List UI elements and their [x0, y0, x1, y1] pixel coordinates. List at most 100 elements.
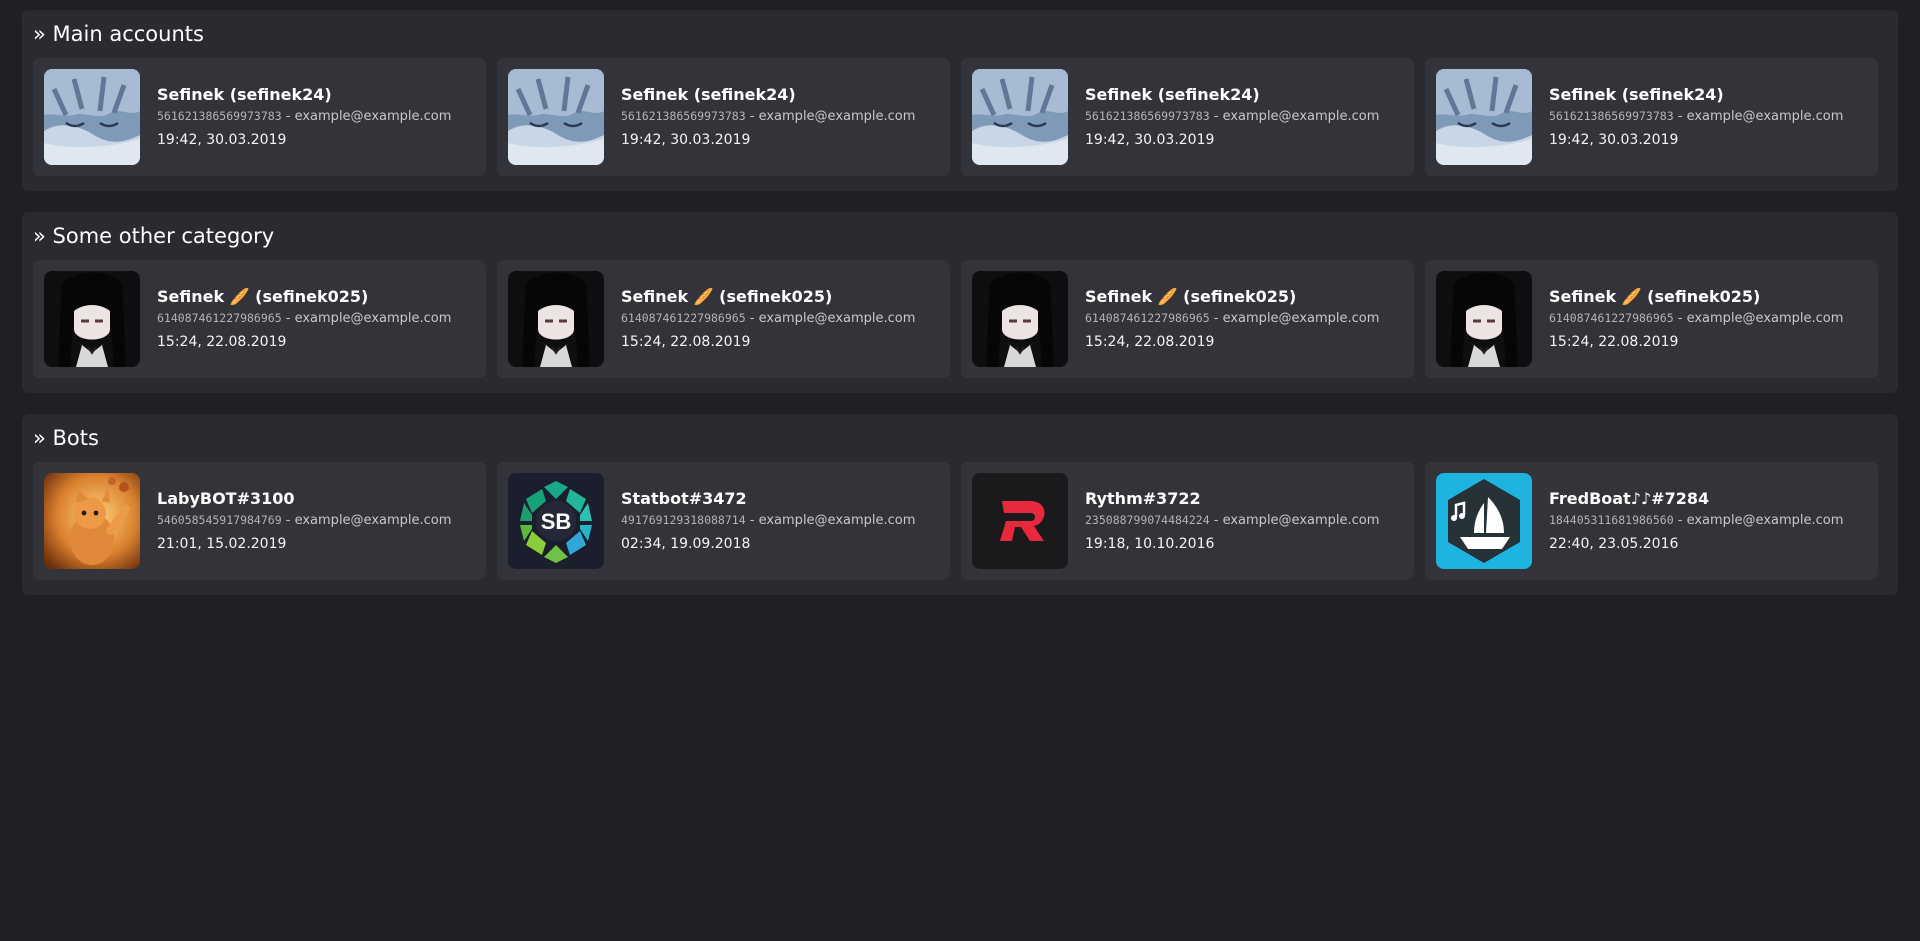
bot-card[interactable]: Rythm#3722 235088799074484224 - example@…: [961, 462, 1414, 580]
account-email: example@example.com: [1222, 109, 1380, 124]
account-meta: 561621386569973783 - example@example.com: [1085, 107, 1379, 126]
bot-date: 02:34, 19.09.2018: [621, 536, 751, 552]
section-main-accounts: » Main accounts Sefinek (sefinek24) 5616…: [22, 10, 1898, 191]
anime-black-hair-avatar: [972, 271, 1068, 367]
section-title: » Main accounts: [33, 22, 204, 46]
kitten-avatar: [44, 473, 140, 569]
anime-black-hair-avatar: [508, 271, 604, 367]
separator: -: [745, 513, 759, 528]
account-date: 19:42, 30.03.2019: [621, 132, 751, 148]
account-meta: 561621386569973783 - example@example.com: [157, 107, 451, 126]
bot-name: LabyBOT#3100: [157, 489, 295, 508]
bot-date: 21:01, 15.02.2019: [157, 536, 287, 552]
accounts-page: » Main accounts Sefinek (sefinek24) 5616…: [22, 10, 1898, 616]
bot-date: 22:40, 23.05.2016: [1549, 536, 1679, 552]
account-email: example@example.com: [758, 311, 916, 326]
account-id: 614087461227986965: [1549, 311, 1674, 325]
account-card[interactable]: Sefinek (sefinek24) 561621386569973783 -…: [961, 58, 1414, 176]
account-name: Sefinek 🥖 (sefinek025): [1549, 287, 1761, 306]
account-name: Sefinek 🥖 (sefinek025): [621, 287, 833, 306]
card-list: LabyBOT#3100 546058545917984769 - exampl…: [33, 462, 1883, 580]
anime-blue-hair-avatar: [508, 69, 604, 165]
account-card[interactable]: Sefinek 🥖 (sefinek025) 61408746122798696…: [33, 260, 486, 378]
account-card[interactable]: Sefinek 🥖 (sefinek025) 61408746122798696…: [1425, 260, 1878, 378]
bot-meta: 235088799074484224 - example@example.com: [1085, 511, 1379, 530]
section-title: » Some other category: [33, 224, 275, 248]
account-date: 19:42, 30.03.2019: [1549, 132, 1679, 148]
bot-id: 184405311681986560: [1549, 513, 1674, 527]
account-name: Sefinek (sefinek24): [621, 85, 796, 104]
account-card[interactable]: Sefinek (sefinek24) 561621386569973783 -…: [497, 58, 950, 176]
separator: -: [745, 109, 759, 124]
anime-black-hair-avatar: [44, 271, 140, 367]
separator: -: [281, 513, 295, 528]
account-id: 561621386569973783: [1549, 109, 1674, 123]
section-some-other-category: » Some other category Sefinek 🥖 (sefinek…: [22, 212, 1898, 393]
account-date: 15:24, 22.08.2019: [1549, 334, 1679, 350]
bot-email: example@example.com: [1686, 513, 1844, 528]
account-card[interactable]: Sefinek 🥖 (sefinek025) 61408746122798696…: [497, 260, 950, 378]
account-id: 561621386569973783: [157, 109, 282, 123]
account-name: Sefinek (sefinek24): [157, 85, 332, 104]
rythm-logo: [972, 473, 1068, 569]
account-name: Sefinek 🥖 (sefinek025): [1085, 287, 1297, 306]
account-id: 561621386569973783: [621, 109, 746, 123]
account-email: example@example.com: [294, 109, 452, 124]
separator: -: [281, 109, 295, 124]
fredboat-logo: [1436, 473, 1532, 569]
bot-meta: 491769129318088714 - example@example.com: [621, 511, 915, 530]
bot-email: example@example.com: [1222, 513, 1380, 528]
separator: -: [745, 311, 759, 326]
account-meta: 614087461227986965 - example@example.com: [621, 309, 915, 328]
bot-email: example@example.com: [294, 513, 452, 528]
separator: -: [1673, 109, 1687, 124]
anime-blue-hair-avatar: [972, 69, 1068, 165]
statbot-logo-text: SB: [541, 509, 572, 534]
account-email: example@example.com: [758, 109, 916, 124]
account-card[interactable]: Sefinek (sefinek24) 561621386569973783 -…: [33, 58, 486, 176]
bot-email: example@example.com: [758, 513, 916, 528]
account-card[interactable]: Sefinek 🥖 (sefinek025) 61408746122798696…: [961, 260, 1414, 378]
anime-blue-hair-avatar: [44, 69, 140, 165]
bot-card[interactable]: LabyBOT#3100 546058545917984769 - exampl…: [33, 462, 486, 580]
account-email: example@example.com: [1686, 109, 1844, 124]
bot-card[interactable]: SB Statbot#3472 491769129318088714 - exa…: [497, 462, 950, 580]
account-name: Sefinek 🥖 (sefinek025): [157, 287, 369, 306]
bot-id: 491769129318088714: [621, 513, 746, 527]
separator: -: [1673, 513, 1687, 528]
separator: -: [1209, 109, 1223, 124]
bot-card[interactable]: FredBoat♪♪#7284 184405311681986560 - exa…: [1425, 462, 1878, 580]
bot-id: 546058545917984769: [157, 513, 282, 527]
account-email: example@example.com: [1222, 311, 1380, 326]
card-list: Sefinek 🥖 (sefinek025) 61408746122798696…: [33, 260, 1883, 378]
account-date: 15:24, 22.08.2019: [1085, 334, 1215, 350]
account-date: 19:42, 30.03.2019: [157, 132, 287, 148]
account-date: 15:24, 22.08.2019: [621, 334, 751, 350]
bot-meta: 546058545917984769 - example@example.com: [157, 511, 451, 530]
card-list: Sefinek (sefinek24) 561621386569973783 -…: [33, 58, 1883, 176]
account-card[interactable]: Sefinek (sefinek24) 561621386569973783 -…: [1425, 58, 1878, 176]
anime-black-hair-avatar: [1436, 271, 1532, 367]
bot-name: Statbot#3472: [621, 489, 747, 508]
section-bots: » Bots LabyBOT#3100 546058545917984769 -…: [22, 414, 1898, 595]
section-title: » Bots: [33, 426, 99, 450]
bot-date: 19:18, 10.10.2016: [1085, 536, 1215, 552]
anime-blue-hair-avatar: [1436, 69, 1532, 165]
account-email: example@example.com: [294, 311, 452, 326]
account-meta: 561621386569973783 - example@example.com: [1549, 107, 1843, 126]
account-date: 15:24, 22.08.2019: [157, 334, 287, 350]
separator: -: [1209, 513, 1223, 528]
account-name: Sefinek (sefinek24): [1085, 85, 1260, 104]
account-meta: 614087461227986965 - example@example.com: [157, 309, 451, 328]
account-id: 614087461227986965: [157, 311, 282, 325]
account-meta: 561621386569973783 - example@example.com: [621, 107, 915, 126]
account-id: 614087461227986965: [1085, 311, 1210, 325]
separator: -: [281, 311, 295, 326]
account-email: example@example.com: [1686, 311, 1844, 326]
bot-id: 235088799074484224: [1085, 513, 1210, 527]
bot-name: Rythm#3722: [1085, 489, 1201, 508]
account-date: 19:42, 30.03.2019: [1085, 132, 1215, 148]
account-id: 614087461227986965: [621, 311, 746, 325]
separator: -: [1209, 311, 1223, 326]
statbot-logo: SB: [508, 473, 604, 569]
